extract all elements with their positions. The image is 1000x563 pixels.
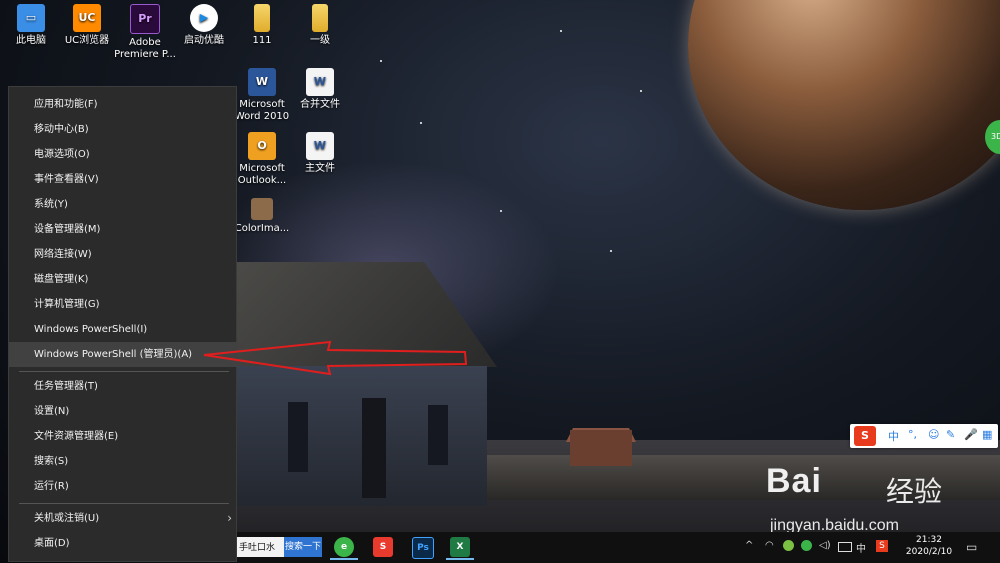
desktop-icon-label: 合并文件 [300,99,340,110]
menu-item-shutdown-signout[interactable]: 关机或注销(U) › [9,506,238,531]
menu-item-computer-management[interactable]: 计算机管理(G) [9,292,238,317]
desktop-icon-label: Microsoft Outlook... [237,163,287,186]
photoshop-icon[interactable]: Ps [412,537,434,559]
desktop-icon-yiji[interactable]: 一级 [289,4,351,47]
taskbar-clock[interactable]: 21:32 2020/2/10 [900,534,958,558]
uc-browser-icon: UC [73,4,101,32]
wps-icon[interactable]: S [373,537,393,557]
baidu-watermark-cn: 经验 [886,475,943,508]
desktop-icon-label: 111 [252,35,272,46]
menu-item-settings[interactable]: 设置(N) [9,399,238,424]
desktop-icon-label: ColorIma... [234,223,290,234]
ime-indicator[interactable]: 中 [856,540,866,555]
winx-context-menu: 应用和功能(F) 移动中心(B) 电源选项(O) 事件查看器(V) 系统(Y) … [8,86,238,562]
desktop-icon-merge-file[interactable]: W 合并文件 [289,68,351,111]
menu-item-file-explorer[interactable]: 文件资源管理器(E) [9,424,238,449]
desktop-icon-label: Microsoft Word 2010 [234,99,290,122]
outlook-icon: O [248,132,276,160]
desktop-icon-label: Adobe Premiere P... [114,37,176,60]
menu-item-disk-management[interactable]: 磁盘管理(K) [9,267,238,292]
microphone-icon[interactable]: 🎤 [964,428,978,441]
annotation-arrow [203,340,468,376]
wifi-icon[interactable]: ◠ [765,540,774,551]
desktop-icon-word[interactable]: W Microsoft Word 2010 [231,68,293,123]
folder-icon [312,4,328,32]
desktop-icon-premiere[interactable]: Pr Adobe Premiere P... [114,4,176,61]
green-app-icon[interactable] [801,540,812,551]
clock-date: 2020/2/10 [905,547,953,557]
desktop-icon-label: UC浏览器 [64,35,110,46]
chevron-right-icon: › [227,511,232,525]
clock-time: 21:32 [916,535,942,545]
menu-item-powershell[interactable]: Windows PowerShell(I) [9,317,238,342]
running-indicator [446,558,474,560]
menu-item-apps-features[interactable]: 应用和功能(F) [9,92,238,117]
menu-item-system[interactable]: 系统(Y) [9,192,238,217]
desktop-icon-outlook[interactable]: O Microsoft Outlook... [231,132,293,187]
baidu-watermark: Bai [766,462,822,500]
desktop-icon-111[interactable]: 111 [231,4,293,47]
volume-icon[interactable]: ◁) [819,540,831,551]
menu-item-device-manager[interactable]: 设备管理器(M) [9,217,238,242]
menu-item-desktop[interactable]: 桌面(D) [9,531,238,556]
running-indicator [330,558,358,560]
desktop-icon-this-pc[interactable]: ▭ 此电脑 [0,4,62,47]
360-browser-icon[interactable]: e [334,537,354,557]
desktop-icon-youku[interactable]: ▶ 启动优酷 [173,4,235,47]
emoji-icon[interactable]: ☺ [928,428,939,441]
desktop-icon-label: 一级 [310,35,330,46]
battery-icon[interactable] [838,542,852,552]
word-document-icon: W [306,68,334,96]
taskbar-search-button[interactable]: 搜索一下 [284,537,322,557]
planet-image [688,0,1000,210]
menu-item-mobility-center[interactable]: 移动中心(B) [9,117,238,142]
menu-item-run[interactable]: 运行(R) [9,474,238,499]
youku-icon: ▶ [190,4,218,32]
menu-item-label: 关机或注销(U) [34,513,100,524]
ime-mode-toggle[interactable]: 中 [888,428,899,444]
notification-center-icon[interactable]: ▭ [966,540,977,554]
desktop-icon-label: 此电脑 [16,35,46,46]
word-document-icon: W [306,132,334,160]
premiere-icon: Pr [130,4,160,34]
file-icon [254,4,270,32]
computer-icon: ▭ [17,4,45,32]
word-icon: W [248,68,276,96]
desktop-icon-uc-browser[interactable]: UC UC浏览器 [56,4,118,47]
pen-icon[interactable]: ✎ [946,428,955,441]
toolbox-icon[interactable]: ▦ [982,428,992,441]
menu-separator [19,503,229,504]
image-thumbnail-icon [251,198,273,220]
menu-separator [19,371,229,372]
desktop-icon-label: 主文件 [305,163,335,174]
menu-item-power-options[interactable]: 电源选项(O) [9,142,238,167]
desktop-icon-main-file[interactable]: W 主文件 [289,132,351,175]
sogou-logo-icon[interactable]: S [854,426,876,446]
sogou-tray-icon[interactable]: S [876,540,888,552]
desktop-icon-colorimage[interactable]: ColorIma... [231,198,293,235]
360-security-icon[interactable] [783,540,794,551]
ime-toolbar: S 中 °, ☺ ✎ 🎤 ▦ [850,424,998,448]
tray-chevron-up-icon[interactable]: ^ [745,540,753,551]
menu-item-event-viewer[interactable]: 事件查看器(V) [9,167,238,192]
desktop-icon-label: 启动优酷 [184,35,224,46]
excel-icon[interactable]: X [450,537,470,557]
taskbar-search-input[interactable] [237,537,284,557]
menu-item-search[interactable]: 搜索(S) [9,449,238,474]
ime-punctuation-toggle[interactable]: °, [908,428,917,441]
menu-item-network-connections[interactable]: 网络连接(W) [9,242,238,267]
